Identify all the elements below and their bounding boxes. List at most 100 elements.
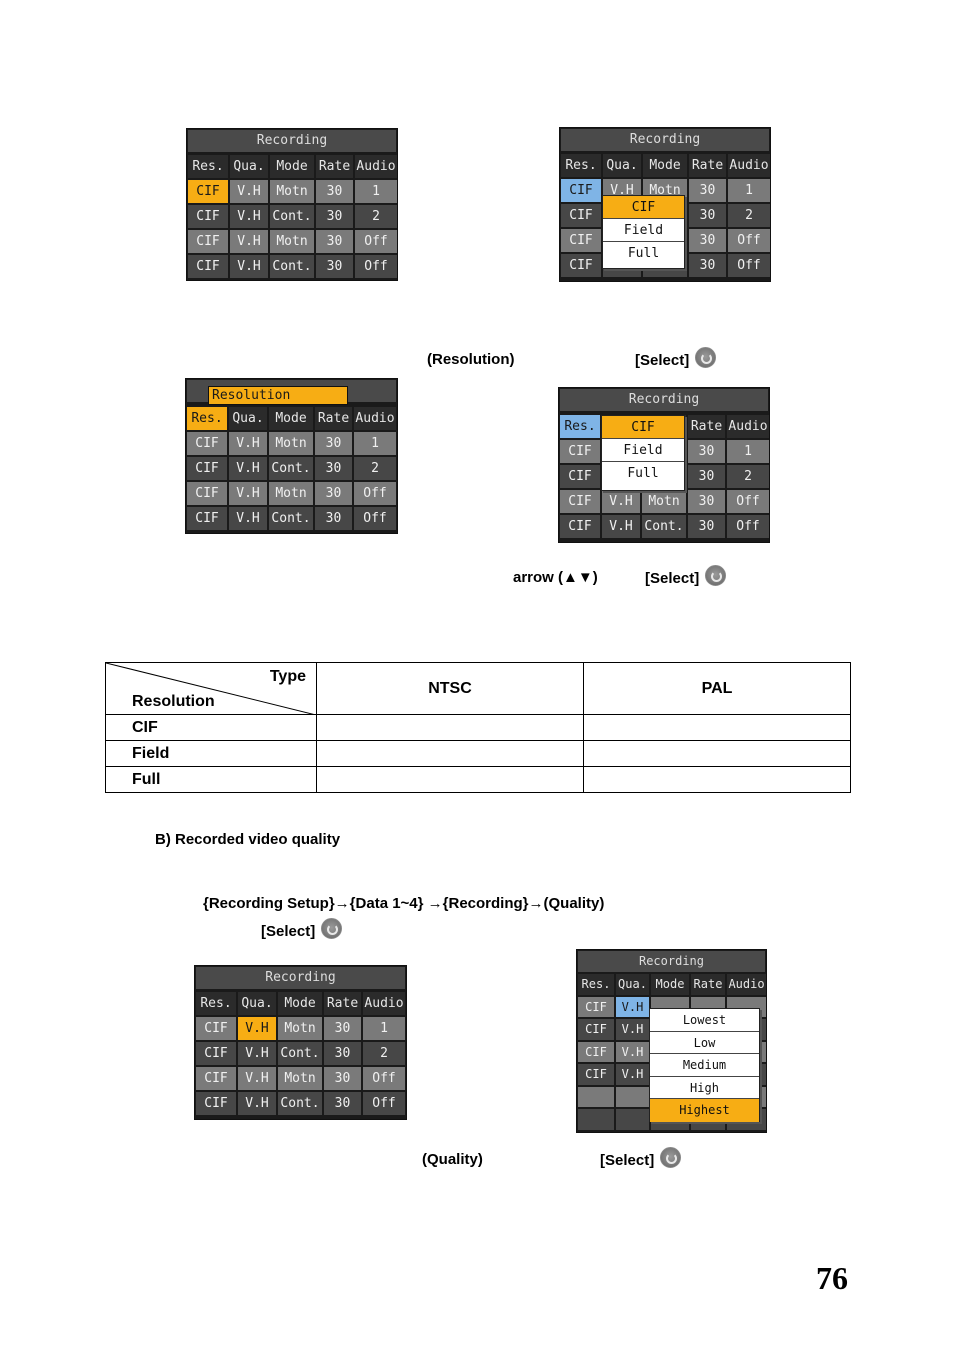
popup-option-low[interactable]: Low	[650, 1032, 759, 1055]
cell-r3-c4[interactable]: Off	[728, 254, 770, 277]
cell-r3-c1[interactable]: V.H	[616, 1064, 649, 1085]
cell-r3-c3[interactable]: 30	[324, 1092, 361, 1115]
popup-option-high[interactable]: High	[650, 1077, 759, 1100]
column-header-3[interactable]: Rate	[324, 992, 361, 1015]
cell-r0-c3[interactable]: 30	[324, 1017, 361, 1040]
cell-r2-c0[interactable]: CIF	[196, 1067, 236, 1090]
column-header-4[interactable]: Audio	[728, 154, 770, 177]
cell-r1-c3[interactable]: 30	[316, 205, 353, 228]
cell-r3-c4[interactable]: Off	[354, 507, 396, 530]
column-header-4[interactable]: Audio	[727, 974, 766, 995]
cell-r2-c0[interactable]: CIF	[560, 490, 600, 513]
cell-r0-c4[interactable]: 1	[355, 180, 397, 203]
cell-r1-c4[interactable]: 2	[363, 1042, 405, 1065]
popup-option-medium[interactable]: Medium	[650, 1054, 759, 1077]
popup-option-full[interactable]: Full	[602, 462, 684, 485]
cell-r2-c4[interactable]: Off	[728, 229, 770, 252]
column-header-0[interactable]: Res.	[196, 992, 236, 1015]
cell-r0-c0[interactable]: CIF	[561, 179, 601, 202]
resolution-popup[interactable]: CIF Field Full	[602, 195, 685, 269]
cell-r0-c1[interactable]: V.H	[238, 1017, 276, 1040]
cell-r1-c4[interactable]: 2	[354, 457, 396, 480]
column-header-1[interactable]: Qua.	[616, 974, 649, 995]
column-header-3[interactable]: Rate	[691, 974, 725, 995]
popup-option-field[interactable]: Field	[602, 439, 684, 462]
cell-r1-c1[interactable]: V.H	[616, 1019, 649, 1040]
column-header-3[interactable]: Rate	[316, 155, 353, 178]
column-header-4[interactable]: Audio	[363, 992, 405, 1015]
cell-r1-c0[interactable]: CIF	[188, 205, 228, 228]
cell-r3-c1[interactable]: V.H	[229, 507, 267, 530]
cell-r5-c0[interactable]	[578, 1109, 614, 1130]
cell-r0-c2[interactable]: Motn	[269, 432, 313, 455]
cell-r2-c2[interactable]: Motn	[270, 230, 314, 253]
column-header-0[interactable]: Res.	[560, 415, 600, 438]
column-header-0[interactable]: Res.	[188, 155, 228, 178]
cell-r2-c3[interactable]: 30	[324, 1067, 361, 1090]
cell-r3-c4[interactable]: Off	[355, 255, 397, 278]
cell-r2-c0[interactable]: CIF	[188, 230, 228, 253]
cell-r0-c0[interactable]: CIF	[578, 996, 614, 1017]
cell-r0-c4[interactable]: 1	[363, 1017, 405, 1040]
cell-r1-c4[interactable]: 2	[727, 465, 769, 488]
cell-r2-c0[interactable]: CIF	[561, 229, 601, 252]
cell-r1-c1[interactable]: V.H	[238, 1042, 276, 1065]
cell-r1-c2[interactable]: Cont.	[269, 457, 313, 480]
cell-r0-c3[interactable]: 30	[689, 179, 726, 202]
popup-option-lowest[interactable]: Lowest	[650, 1009, 759, 1032]
cell-r4-c0[interactable]	[578, 1086, 614, 1107]
cell-r3-c0[interactable]: CIF	[578, 1064, 614, 1085]
column-header-4[interactable]: Audio	[727, 415, 769, 438]
cell-r3-c0[interactable]: CIF	[196, 1092, 236, 1115]
cell-r3-c2[interactable]: Cont.	[269, 507, 313, 530]
cell-r0-c3[interactable]: 30	[316, 180, 353, 203]
cell-r2-c4[interactable]: Off	[354, 482, 396, 505]
cell-r0-c1[interactable]: V.H	[230, 180, 268, 203]
column-header-3[interactable]: Rate	[315, 407, 352, 430]
column-header-1[interactable]: Qua.	[230, 155, 268, 178]
cell-r2-c3[interactable]: 30	[316, 230, 353, 253]
column-header-1[interactable]: Qua.	[603, 154, 641, 177]
cell-r4-c1[interactable]	[616, 1086, 649, 1107]
cell-r3-c0[interactable]: CIF	[561, 254, 601, 277]
cell-r2-c1[interactable]: V.H	[238, 1067, 276, 1090]
cell-r2-c1[interactable]: V.H	[229, 482, 267, 505]
cell-r3-c2[interactable]: Cont.	[642, 515, 686, 538]
cell-r3-c0[interactable]: CIF	[187, 507, 227, 530]
popup-option-cif[interactable]: CIF	[602, 416, 684, 439]
cell-r2-c2[interactable]: Motn	[278, 1067, 322, 1090]
cell-r3-c1[interactable]: V.H	[602, 515, 640, 538]
cell-r5-c1[interactable]	[616, 1109, 649, 1130]
cell-r0-c4[interactable]: 1	[354, 432, 396, 455]
cell-r2-c1[interactable]: V.H	[602, 490, 640, 513]
cell-r1-c3[interactable]: 30	[315, 457, 352, 480]
column-header-1[interactable]: Qua.	[238, 992, 276, 1015]
cell-r1-c2[interactable]: Cont.	[278, 1042, 322, 1065]
column-header-2[interactable]: Mode	[269, 407, 313, 430]
column-header-4[interactable]: Audio	[354, 407, 396, 430]
cell-r0-c4[interactable]: 1	[728, 179, 770, 202]
cell-r1-c3[interactable]: 30	[689, 204, 726, 227]
cell-r0-c2[interactable]: Motn	[278, 1017, 322, 1040]
popup-option-cif[interactable]: CIF	[603, 196, 684, 219]
cell-r2-c4[interactable]: Off	[727, 490, 769, 513]
cell-r1-c0[interactable]: CIF	[187, 457, 227, 480]
cell-r0-c0[interactable]: CIF	[560, 440, 600, 463]
cell-r0-c0[interactable]: CIF	[196, 1017, 236, 1040]
cell-r2-c1[interactable]: V.H	[230, 230, 268, 253]
cell-r1-c3[interactable]: 30	[688, 465, 725, 488]
cell-r1-c0[interactable]: CIF	[578, 1019, 614, 1040]
cell-r1-c0[interactable]: CIF	[196, 1042, 236, 1065]
cell-r1-c4[interactable]: 2	[728, 204, 770, 227]
cell-r2-c4[interactable]: Off	[355, 230, 397, 253]
column-header-0[interactable]: Res.	[578, 974, 614, 995]
column-header-0[interactable]: Res.	[187, 407, 227, 430]
column-header-0[interactable]: Res.	[561, 154, 601, 177]
cell-r3-c3[interactable]: 30	[688, 515, 725, 538]
cell-r0-c0[interactable]: CIF	[187, 432, 227, 455]
cell-r1-c4[interactable]: 2	[355, 205, 397, 228]
column-header-3[interactable]: Rate	[689, 154, 726, 177]
cell-r0-c1[interactable]: V.H	[229, 432, 267, 455]
cell-r1-c1[interactable]: V.H	[229, 457, 267, 480]
resolution-popup[interactable]: CIF Field Full	[601, 415, 685, 491]
